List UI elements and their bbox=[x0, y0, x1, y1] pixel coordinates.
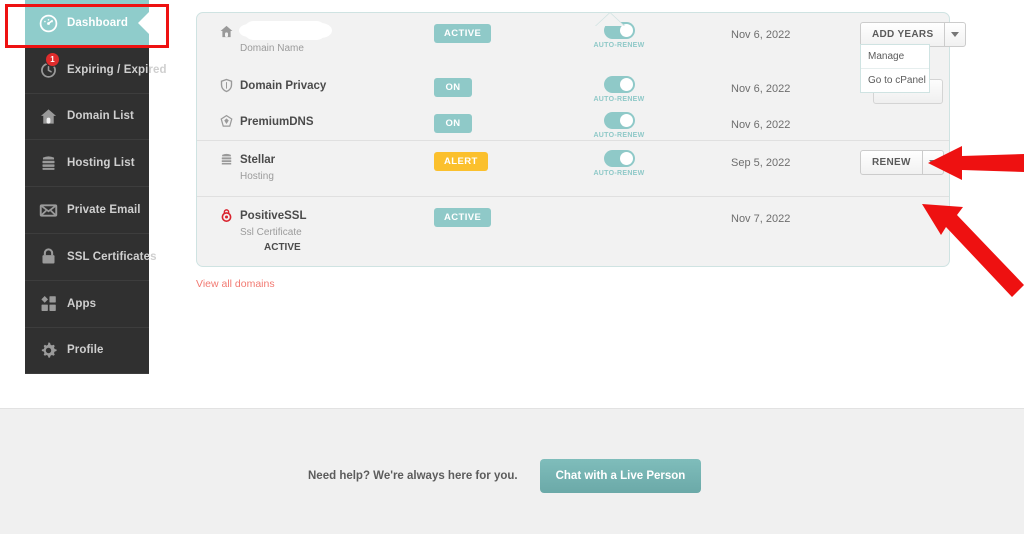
envelope-icon bbox=[38, 200, 59, 221]
auto-renew-label: AUTO-RENEW bbox=[593, 132, 645, 139]
product-name: PremiumDNS bbox=[240, 115, 314, 128]
sidebar-item-label: Private Email bbox=[67, 204, 141, 217]
product-name-cell: Stellar Hosting bbox=[218, 141, 275, 182]
gear-icon bbox=[38, 340, 59, 361]
expiry-date-cell: Nov 6, 2022 bbox=[731, 68, 790, 97]
product-group: Stellar Hosting ALERT AUTO-RENEW Sep 5, 2022… bbox=[197, 140, 949, 196]
product-name: Domain Privacy bbox=[240, 79, 327, 92]
status-cell: ON bbox=[434, 104, 472, 133]
sidebar-item-label: Profile bbox=[67, 344, 104, 357]
expiry-date: Nov 6, 2022 bbox=[731, 83, 791, 95]
table-row: Stellar Hosting ALERT AUTO-RENEW Sep 5, 2022… bbox=[197, 141, 949, 196]
product-group: PositiveSSL Ssl Certificate ACTIVE ACTIVE No… bbox=[197, 196, 949, 253]
ssl-seal-icon bbox=[218, 208, 234, 223]
product-name-cell: Domain Privacy bbox=[218, 68, 326, 93]
status-cell: ON bbox=[434, 68, 472, 97]
renew-button-label[interactable]: RENEW bbox=[861, 151, 922, 174]
product-name: PositiveSSL bbox=[240, 209, 307, 222]
chevron-down-icon[interactable] bbox=[921, 151, 943, 174]
help-text: Need help? We're always here for you. bbox=[308, 470, 518, 482]
status-cell: ACTIVE bbox=[434, 13, 492, 43]
sidebar: Dashboard 1 Expiring / Expired Domain List H… bbox=[25, 0, 166, 375]
auto-renew-label: AUTO-RENEW bbox=[593, 42, 645, 49]
status-badge: ON bbox=[434, 114, 472, 133]
expiry-date: Nov 6, 2022 bbox=[731, 119, 791, 131]
house-icon bbox=[38, 106, 59, 127]
toggle-knob bbox=[619, 152, 633, 165]
products-card: Domain Name ACTIVE AUTO-RENEW Nov 6, 2022 AD… bbox=[196, 12, 967, 267]
table-row: PositiveSSL Ssl Certificate ACTIVE ACTIVE No… bbox=[197, 197, 949, 253]
table-row: Domain Privacy ON AUTO-RENEW Nov 6, 2022 bbox=[197, 68, 949, 104]
table-row: PremiumDNS ON AUTO-RENEW Nov 6, 2022 bbox=[197, 104, 949, 140]
status-cell: ALERT bbox=[434, 141, 488, 171]
sidebar-item-domain-list[interactable]: Domain List bbox=[25, 94, 149, 141]
table-row: Domain Name ACTIVE AUTO-RENEW Nov 6, 2022 AD… bbox=[197, 13, 967, 68]
sidebar-item-profile[interactable]: Profile bbox=[25, 328, 149, 375]
action-cell: ADD YEARS bbox=[860, 13, 967, 47]
auto-renew-toggle[interactable] bbox=[603, 76, 635, 93]
toggle-knob bbox=[619, 114, 633, 127]
dropdown-item-go-to-cpanel[interactable]: Go to cPanel bbox=[861, 68, 929, 92]
expiry-date-cell: Sep 5, 2022 bbox=[731, 141, 790, 171]
product-subtitle: Hosting bbox=[240, 171, 274, 182]
product-name: Stellar bbox=[240, 153, 276, 166]
sidebar-item-label: SSL Certificates bbox=[67, 250, 157, 263]
status-badge: ACTIVE bbox=[434, 208, 492, 227]
chat-with-live-person-button[interactable]: Chat with a Live Person bbox=[539, 459, 702, 493]
auto-renew-label: AUTO-RENEW bbox=[593, 170, 645, 177]
server-icon bbox=[218, 152, 234, 167]
apps-icon bbox=[38, 293, 59, 314]
expiry-date: Nov 7, 2022 bbox=[731, 213, 791, 225]
auto-renew-toggle[interactable] bbox=[603, 112, 635, 129]
status-badge: ON bbox=[434, 78, 472, 97]
annotation-rectangle-dashboard bbox=[5, 4, 169, 48]
redaction-overlay bbox=[239, 21, 332, 40]
sidebar-item-label: Expiring / Expired bbox=[67, 63, 167, 76]
auto-renew-cell: AUTO-RENEW bbox=[589, 141, 649, 177]
sidebar-item-ssl-certificates[interactable]: SSL Certificates bbox=[25, 234, 156, 281]
sidebar-item-hosting-list[interactable]: Hosting List bbox=[25, 140, 149, 188]
view-all-domains-link[interactable]: View all domains bbox=[196, 278, 275, 290]
product-status-text: ACTIVE bbox=[264, 242, 301, 253]
toggle-knob bbox=[619, 78, 633, 91]
action-cell: RENEW bbox=[860, 141, 944, 175]
status-badge: ALERT bbox=[434, 152, 488, 171]
auto-renew-toggle[interactable] bbox=[603, 150, 635, 167]
expiry-date: Nov 6, 2022 bbox=[731, 29, 791, 41]
add-years-button-label[interactable]: ADD YEARS bbox=[861, 23, 944, 46]
expiry-date-cell: Nov 7, 2022 bbox=[731, 197, 790, 227]
renew-dropdown-menu: Manage Go to cPanel bbox=[860, 44, 930, 93]
sidebar-item-label: Apps bbox=[67, 297, 97, 310]
product-name-cell: PremiumDNS bbox=[218, 104, 314, 129]
sidebar-item-private-email[interactable]: Private Email bbox=[25, 187, 149, 234]
expiry-date-cell: Nov 6, 2022 bbox=[731, 104, 790, 133]
server-icon bbox=[38, 153, 59, 174]
sidebar-item-expiring-expired[interactable]: 1 Expiring / Expired bbox=[25, 47, 166, 94]
card-notch bbox=[596, 13, 624, 26]
expiry-date-cell: Nov 6, 2022 bbox=[731, 13, 790, 43]
status-cell: ACTIVE bbox=[434, 197, 492, 227]
expiry-date: Sep 5, 2022 bbox=[731, 157, 791, 169]
dns-icon bbox=[218, 114, 234, 129]
auto-renew-label: AUTO-RENEW bbox=[593, 96, 645, 103]
sidebar-item-label: Hosting List bbox=[67, 157, 135, 170]
clock-icon: 1 bbox=[38, 52, 60, 80]
product-name-cell: Domain Name bbox=[218, 13, 332, 54]
help-footer: Need help? We're always here for you. Ch… bbox=[0, 408, 1024, 534]
renew-split-button[interactable]: RENEW bbox=[860, 150, 944, 175]
chevron-down-icon[interactable] bbox=[944, 23, 965, 46]
status-badge: ACTIVE bbox=[434, 24, 492, 43]
product-subtitle: Ssl Certificate bbox=[240, 227, 302, 238]
product-group: Domain Name ACTIVE AUTO-RENEW Nov 6, 2022 AD… bbox=[197, 13, 967, 140]
lock-icon bbox=[38, 246, 59, 267]
house-icon bbox=[218, 24, 234, 39]
sidebar-item-label: Domain List bbox=[67, 110, 134, 123]
dropdown-item-manage[interactable]: Manage bbox=[861, 45, 929, 68]
sidebar-item-apps[interactable]: Apps bbox=[25, 281, 149, 328]
shield-icon bbox=[218, 78, 234, 93]
auto-renew-cell: AUTO-RENEW bbox=[589, 68, 649, 103]
auto-renew-cell: AUTO-RENEW bbox=[589, 104, 649, 139]
product-name-cell: PositiveSSL Ssl Certificate ACTIVE bbox=[218, 197, 306, 253]
product-subtitle: Domain Name bbox=[240, 43, 304, 54]
